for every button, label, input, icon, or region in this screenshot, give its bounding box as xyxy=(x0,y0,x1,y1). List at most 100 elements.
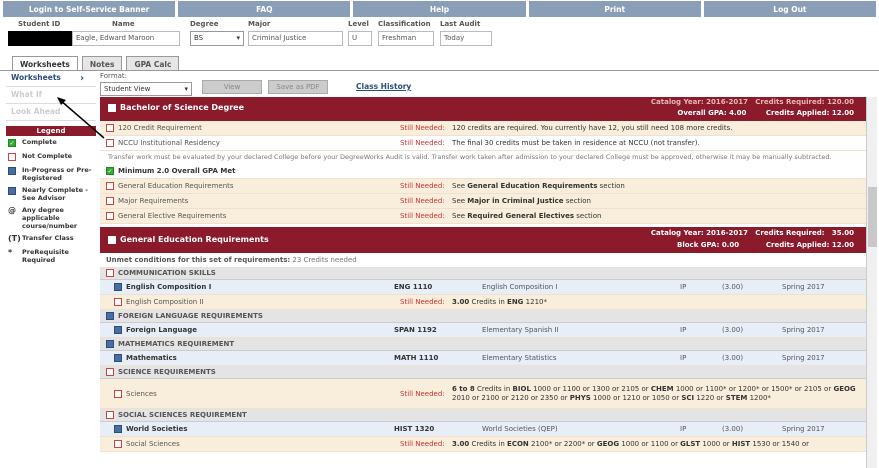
still-needed-label: Still Needed: xyxy=(400,298,445,306)
course-term: Spring 2017 xyxy=(782,354,825,362)
course-code[interactable]: ENG 1110 xyxy=(394,283,482,291)
requirement-row: NCCU Institutional Residency Still Neede… xyxy=(100,136,866,151)
legend-title: Legend xyxy=(6,126,96,136)
scrollbar-thumb[interactable] xyxy=(868,187,877,247)
legend-item: In-Progress or Pre-Registered xyxy=(6,164,96,184)
course-title: World Societies (QEP) xyxy=(482,425,558,433)
empty-box-icon xyxy=(108,103,116,112)
course-grade: IP xyxy=(680,425,687,433)
degree-catalog: Catalog Year: 2016-2017 Credits Required… xyxy=(650,98,854,106)
student-id-label: Student ID xyxy=(18,20,61,28)
format-label: Format: xyxy=(100,72,128,80)
vertical-scrollbar[interactable] xyxy=(866,97,877,468)
still-needed-label: Still Needed: xyxy=(400,197,445,205)
degree-select[interactable]: BS xyxy=(190,31,244,46)
course-grade: IP xyxy=(680,354,687,362)
link-look-ahead[interactable]: Look Ahead xyxy=(6,104,96,121)
empty-box-icon xyxy=(114,440,122,448)
student-name-value: Eagle, Edward Maroon xyxy=(72,31,180,46)
course-code[interactable]: SPAN 1192 xyxy=(394,326,482,334)
empty-box-icon xyxy=(8,152,22,161)
degree-block-header: Bachelor of Science Degree Catalog Year:… xyxy=(100,97,866,121)
level-field: Level U xyxy=(348,20,372,46)
requirement-category: MATHEMATICS REQUIREMENT xyxy=(100,338,866,351)
tab-notes[interactable]: Notes xyxy=(81,56,123,70)
link-what-if[interactable]: What If xyxy=(6,87,96,104)
student-name-field: Name Eagle, Edward Maroon xyxy=(72,20,180,46)
in-progress-icon xyxy=(106,340,114,348)
classification-field: Classification Freshman xyxy=(378,20,434,46)
requirement-label: General Education Requirements xyxy=(100,182,400,190)
requirement-desc: 3.00 Credits in ENG 1210* xyxy=(452,297,547,306)
last-audit-value: Today xyxy=(440,31,492,46)
tab-worksheets[interactable]: Worksheets xyxy=(12,56,78,70)
chevron-right-icon: › xyxy=(80,73,85,84)
top-nav: Login to Self-Service Banner FAQ Help Pr… xyxy=(0,0,879,18)
requirement-label: NCCU Institutional Residency xyxy=(100,139,400,147)
in-progress-icon xyxy=(114,425,122,433)
empty-box-icon xyxy=(114,389,122,398)
gened-block-title: General Education Requirements xyxy=(108,235,269,244)
requirement-desc: 120 credits are required. You currently … xyxy=(452,124,733,132)
nav-faq[interactable]: FAQ xyxy=(178,1,351,17)
legend-item: ✓ Complete xyxy=(6,136,96,150)
course-row: English Composition I ENG 1110 English C… xyxy=(100,280,866,295)
student-name-label: Name xyxy=(112,20,135,28)
save-pdf-button[interactable]: Save as PDF xyxy=(268,80,328,94)
requirement-label: Sciences xyxy=(100,389,400,398)
legend-item: * PreRequisite Required xyxy=(6,246,96,266)
format-control: Format: Student View xyxy=(100,72,192,96)
format-select[interactable]: Student View xyxy=(100,82,192,96)
in-progress-icon xyxy=(106,312,114,320)
course-row: World Societies HIST 1320 World Societie… xyxy=(100,422,866,437)
classification-label: Classification xyxy=(378,20,431,28)
nav-help[interactable]: Help xyxy=(353,1,526,17)
nav-logout[interactable]: Log Out xyxy=(703,1,877,17)
requirement-row: General Elective Requirements Still Need… xyxy=(100,209,866,224)
gened-block-header: General Education Requirements Catalog Y… xyxy=(100,227,866,253)
nav-login-banner[interactable]: Login to Self-Service Banner xyxy=(3,1,176,17)
course-term: Spring 2017 xyxy=(782,326,825,334)
requirement-label: English Composition I xyxy=(100,283,394,291)
course-row: Foreign Language SPAN 1192 Elementary Sp… xyxy=(100,323,866,338)
empty-box-icon xyxy=(106,269,114,277)
check-icon: ✓ xyxy=(8,138,16,147)
last-audit-label: Last Audit xyxy=(440,20,481,28)
course-code[interactable]: MATH 1110 xyxy=(394,354,482,362)
legend-item: Nearly Complete - See Advisor xyxy=(6,184,96,204)
course-title: English Composition I xyxy=(482,283,558,291)
requirement-label: ✓ Minimum 2.0 Overall GPA Met xyxy=(106,167,236,175)
requirement-category: COMMUNICATION SKILLS xyxy=(100,267,866,280)
requirement-category: SCIENCE REQUIREMENTS xyxy=(100,366,866,379)
course-credits: (3.00) xyxy=(722,425,744,433)
degree-label: Degree xyxy=(190,20,219,28)
gened-gpa: Block GPA: 0.00 Credits Applied: 12.00 xyxy=(677,241,854,249)
at-symbol-icon: @ xyxy=(8,206,16,215)
empty-box-icon xyxy=(106,368,114,376)
course-row: English Composition II Still Needed: 3.0… xyxy=(100,295,866,310)
course-term: Spring 2017 xyxy=(782,283,825,291)
tab-gpa-calc[interactable]: GPA Calc xyxy=(126,56,180,70)
requirement-desc: See Required General Electives section xyxy=(452,212,602,220)
gened-rows: COMMUNICATION SKILLS English Composition … xyxy=(100,267,866,452)
tab-bar: Worksheets Notes GPA Calc xyxy=(12,56,180,70)
requirement-label: World Societies xyxy=(100,425,394,433)
course-credits: (3.00) xyxy=(722,283,744,291)
requirement-row: 120 Credit Requirement Still Needed: 120… xyxy=(100,121,866,136)
in-progress-icon xyxy=(114,326,122,334)
view-button[interactable]: View xyxy=(202,80,262,94)
empty-box-icon xyxy=(108,235,116,244)
requirement-label: 120 Credit Requirement xyxy=(100,124,400,132)
requirement-desc: 6 to 8 Credits in BIOL 1000 or 1100 or 1… xyxy=(452,384,856,402)
gened-catalog: Catalog Year: 2016-2017 Credits Required… xyxy=(650,229,854,237)
still-needed-label: Still Needed: xyxy=(400,440,445,448)
nav-print[interactable]: Print xyxy=(528,1,701,17)
class-history-link[interactable]: Class History xyxy=(356,82,411,91)
in-progress-icon xyxy=(8,166,22,175)
course-row: Social Sciences Still Needed: 3.00 Credi… xyxy=(100,437,866,452)
course-grade: IP xyxy=(680,326,687,334)
last-audit-field: Last Audit Today xyxy=(440,20,492,46)
legend-label: PreRequisite Required xyxy=(22,248,69,264)
still-needed-label: Still Needed: xyxy=(400,124,445,132)
course-code[interactable]: HIST 1320 xyxy=(394,425,482,433)
